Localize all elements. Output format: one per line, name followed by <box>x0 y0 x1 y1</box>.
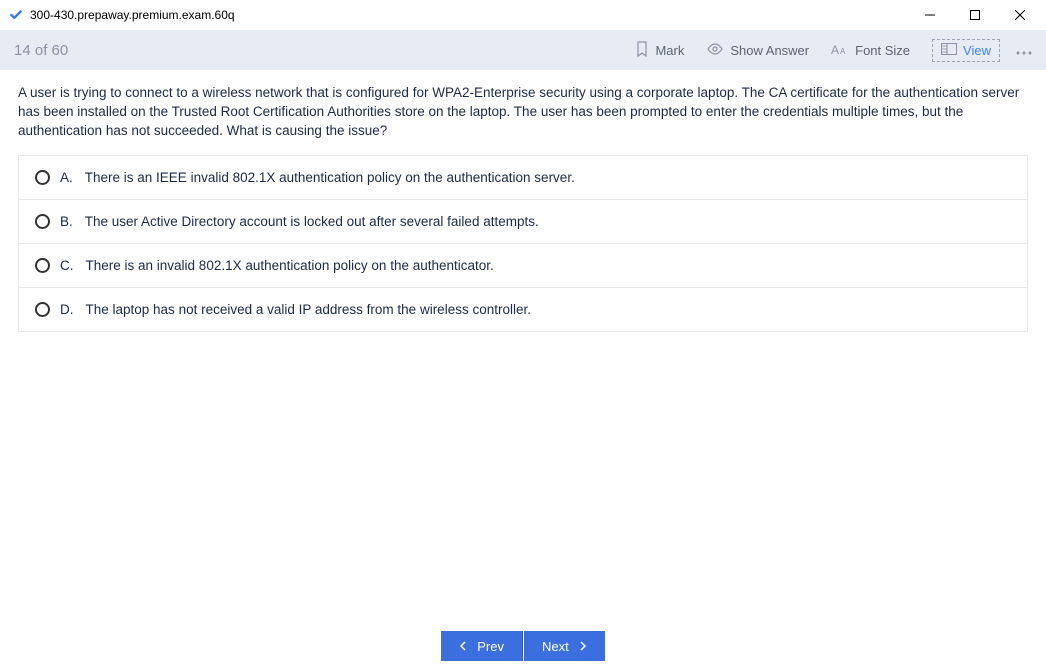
radio-icon <box>35 258 50 273</box>
option-text: The laptop has not received a valid IP a… <box>86 302 531 317</box>
app-logo-icon <box>8 7 24 23</box>
font-size-button[interactable]: AA Font Size <box>831 42 910 59</box>
minimize-button[interactable] <box>907 0 952 30</box>
options-list: A. There is an IEEE invalid 802.1X authen… <box>18 155 1028 332</box>
option-row[interactable]: C. There is an invalid 802.1X authenticat… <box>19 244 1027 288</box>
more-icon <box>1016 43 1032 58</box>
chevron-right-icon <box>579 639 587 654</box>
footer-nav: Prev Next <box>0 620 1046 672</box>
view-panel-icon <box>941 43 957 58</box>
prev-button[interactable]: Prev <box>441 631 523 661</box>
option-letter: B. <box>60 214 73 229</box>
title-bar: 300-430.prepaway.premium.exam.60q <box>0 0 1046 30</box>
more-button[interactable] <box>1016 43 1032 58</box>
window-controls <box>907 0 1042 30</box>
next-label: Next <box>542 639 569 654</box>
question-text: A user is trying to connect to a wireles… <box>18 84 1028 141</box>
eye-icon <box>706 43 724 58</box>
next-button[interactable]: Next <box>524 631 605 661</box>
toolbar: 14 of 60 Mark Show Answer AA Font Size V… <box>0 30 1046 70</box>
bookmark-icon <box>635 41 649 60</box>
chevron-left-icon <box>459 639 467 654</box>
svg-text:A: A <box>840 47 846 56</box>
option-text: There is an invalid 802.1X authenticatio… <box>86 258 494 273</box>
font-size-icon: AA <box>831 42 849 59</box>
show-answer-label: Show Answer <box>730 43 809 58</box>
radio-icon <box>35 302 50 317</box>
option-letter: C. <box>60 258 74 273</box>
radio-icon <box>35 214 50 229</box>
radio-icon <box>35 170 50 185</box>
svg-text:A: A <box>831 43 839 56</box>
option-letter: A. <box>60 170 73 185</box>
option-text: The user Active Directory account is loc… <box>85 214 539 229</box>
view-label: View <box>963 43 991 58</box>
mark-button[interactable]: Mark <box>635 41 684 60</box>
option-row[interactable]: B. The user Active Directory account is l… <box>19 200 1027 244</box>
prev-label: Prev <box>477 639 504 654</box>
show-answer-button[interactable]: Show Answer <box>706 43 809 58</box>
content-area: A user is trying to connect to a wireles… <box>0 70 1046 620</box>
option-row[interactable]: D. The laptop has not received a valid IP… <box>19 288 1027 331</box>
option-text: There is an IEEE invalid 802.1X authenti… <box>85 170 575 185</box>
close-button[interactable] <box>997 0 1042 30</box>
maximize-button[interactable] <box>952 0 997 30</box>
window-title: 300-430.prepaway.premium.exam.60q <box>30 8 235 22</box>
font-size-label: Font Size <box>855 43 910 58</box>
option-letter: D. <box>60 302 74 317</box>
option-row[interactable]: A. There is an IEEE invalid 802.1X authen… <box>19 156 1027 200</box>
question-counter: 14 of 60 <box>14 42 68 59</box>
mark-label: Mark <box>655 43 684 58</box>
view-button[interactable]: View <box>932 39 1000 62</box>
